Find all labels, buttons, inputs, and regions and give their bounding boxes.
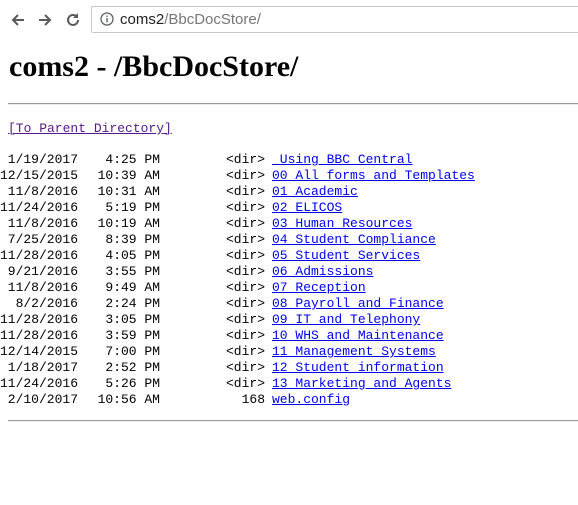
entry-type: 168 — [241, 392, 265, 407]
entry-date: 1/19/2017 — [7, 152, 78, 167]
entry-date: 11/28/2016 — [0, 312, 78, 327]
listing-row: 11/28/2016 3:59 PM <dir> 10_WHS and Mainten… — [0, 328, 578, 344]
entry-link[interactable]: web.config — [272, 392, 350, 408]
entry-time: 2:24 PM — [105, 296, 160, 311]
entry-time: 10:39 AM — [97, 168, 160, 183]
entry-type: <dir> — [225, 184, 265, 199]
entry-time: 4:05 PM — [105, 248, 160, 263]
entry-type: <dir> — [225, 248, 265, 263]
entry-type: <dir> — [225, 296, 265, 311]
entry-date: 11/8/2016 — [7, 184, 78, 199]
entry-time: 3:05 PM — [105, 312, 160, 327]
entry-time: 3:55 PM — [105, 264, 160, 279]
listing-row: 11/8/2016 9:49 AM <dir> 07_Reception — [0, 280, 578, 296]
entry-time: 10:19 AM — [97, 216, 160, 231]
entry-date: 12/14/2015 — [0, 344, 78, 359]
listing-row: 11/24/2016 5:19 PM <dir> 02_ELICOS — [0, 200, 578, 216]
top-divider — [8, 103, 578, 105]
entry-link[interactable]: _Using_BBC_Central — [272, 152, 412, 168]
entry-time: 8:39 PM — [105, 232, 160, 247]
entry-type: <dir> — [225, 280, 265, 295]
entry-time: 10:31 AM — [97, 184, 160, 199]
entry-type: <dir> — [225, 232, 265, 247]
entry-date: 1/18/2017 — [7, 360, 78, 375]
entry-link[interactable]: 07_Reception — [272, 280, 366, 296]
entry-link[interactable]: 04_Student Compliance — [272, 232, 436, 248]
entry-date: 7/25/2016 — [7, 232, 78, 247]
entry-link[interactable]: 02_ELICOS — [272, 200, 342, 216]
listing-row: 1/19/2017 4:25 PM <dir> _Using_BBC_Central — [0, 152, 578, 168]
entry-link[interactable]: 10_WHS and Maintenance — [272, 328, 444, 344]
url-host: coms2 — [120, 11, 165, 28]
entry-link[interactable]: 00_All forms and Templates — [272, 168, 475, 184]
address-bar[interactable]: coms2/BbcDocStore/ — [91, 6, 578, 33]
info-icon[interactable] — [100, 12, 114, 26]
reload-icon[interactable] — [62, 9, 84, 31]
entry-type: <dir> — [225, 344, 265, 359]
entry-link[interactable]: 08_Payroll and Finance — [272, 296, 444, 312]
entry-date: 11/8/2016 — [7, 216, 78, 231]
entry-type: <dir> — [225, 264, 265, 279]
entry-link[interactable]: 13_Marketing and Agents — [272, 376, 451, 392]
entry-link[interactable]: 05_Student Services — [272, 248, 420, 264]
entry-type: <dir> — [225, 200, 265, 215]
listing-row: 7/25/2016 8:39 PM <dir> 04_Student Complian… — [0, 232, 578, 248]
entry-type: <dir> — [225, 360, 265, 375]
entry-date: 9/21/2016 — [7, 264, 78, 279]
entry-link[interactable]: 12_Student information — [272, 360, 444, 376]
entry-date: 11/28/2016 — [0, 248, 78, 263]
entry-link[interactable]: 03_Human Resources — [272, 216, 412, 232]
url-path: /BbcDocStore/ — [164, 11, 261, 28]
entry-time: 10:56 AM — [97, 392, 160, 407]
entry-type: <dir> — [225, 216, 265, 231]
entry-time: 7:00 PM — [105, 344, 160, 359]
listing-row: 2/10/2017 10:56 AM 168 web.config — [0, 392, 578, 408]
listing-row: 11/28/2016 3:05 PM <dir> 09_IT and Telephon… — [0, 312, 578, 328]
listing-row: 11/8/2016 10:31 AM <dir> 01_Academic — [0, 184, 578, 200]
listing-row: 11/24/2016 5:26 PM <dir> 13_Marketing and A… — [0, 376, 578, 392]
entry-time: 4:25 PM — [105, 152, 160, 167]
listing-row: 11/8/2016 10:19 AM <dir> 03_Human Resources — [0, 216, 578, 232]
listing-row: 8/2/2016 2:24 PM <dir> 08_Payroll and Finan… — [0, 296, 578, 312]
entry-time: 2:52 PM — [105, 360, 160, 375]
listing-row: 12/14/2015 7:00 PM <dir> 11_Management Syst… — [0, 344, 578, 360]
back-arrow-icon[interactable] — [7, 9, 29, 31]
page-title: coms2 - /BbcDocStore/ — [9, 50, 299, 83]
entry-link[interactable]: 09_IT and Telephony — [272, 312, 420, 328]
browser-toolbar: coms2/BbcDocStore/ — [0, 0, 578, 40]
listing-row: 11/28/2016 4:05 PM <dir> 05_Student Service… — [0, 248, 578, 264]
listing-row: 9/21/2016 3:55 PM <dir> 06_Admissions — [0, 264, 578, 280]
entry-link[interactable]: 06_Admissions — [272, 264, 373, 280]
listing-row: 12/15/2015 10:39 AM <dir> 00_All forms and … — [0, 168, 578, 184]
entry-time: 5:19 PM — [105, 200, 160, 215]
entry-link[interactable]: 01_Academic — [272, 184, 358, 200]
entry-date: 12/15/2015 — [0, 168, 78, 183]
entry-date: 2/10/2017 — [7, 392, 78, 407]
entry-time: 3:59 PM — [105, 328, 160, 343]
entry-time: 5:26 PM — [105, 376, 160, 391]
listing-row: 1/18/2017 2:52 PM <dir> 12_Student informat… — [0, 360, 578, 376]
entry-date: 11/8/2016 — [7, 280, 78, 295]
entry-type: <dir> — [225, 328, 265, 343]
parent-directory-link[interactable]: [To Parent Directory] — [8, 121, 172, 137]
entry-date: 11/28/2016 — [0, 328, 78, 343]
entry-date: 8/2/2016 — [15, 296, 78, 311]
forward-arrow-icon[interactable] — [34, 9, 56, 31]
entry-type: <dir> — [225, 152, 265, 167]
entry-type: <dir> — [225, 312, 265, 327]
entry-date: 11/24/2016 — [0, 200, 78, 215]
entry-type: <dir> — [225, 168, 265, 183]
entry-time: 9:49 AM — [105, 280, 160, 295]
url-text[interactable]: coms2/BbcDocStore/ — [120, 10, 261, 29]
entry-link[interactable]: 11_Management Systems — [272, 344, 436, 360]
entry-date: 11/24/2016 — [0, 376, 78, 391]
bottom-divider — [8, 420, 578, 422]
directory-listing: 1/19/2017 4:25 PM <dir> _Using_BBC_Central 1… — [0, 152, 578, 408]
entry-type: <dir> — [225, 376, 265, 391]
